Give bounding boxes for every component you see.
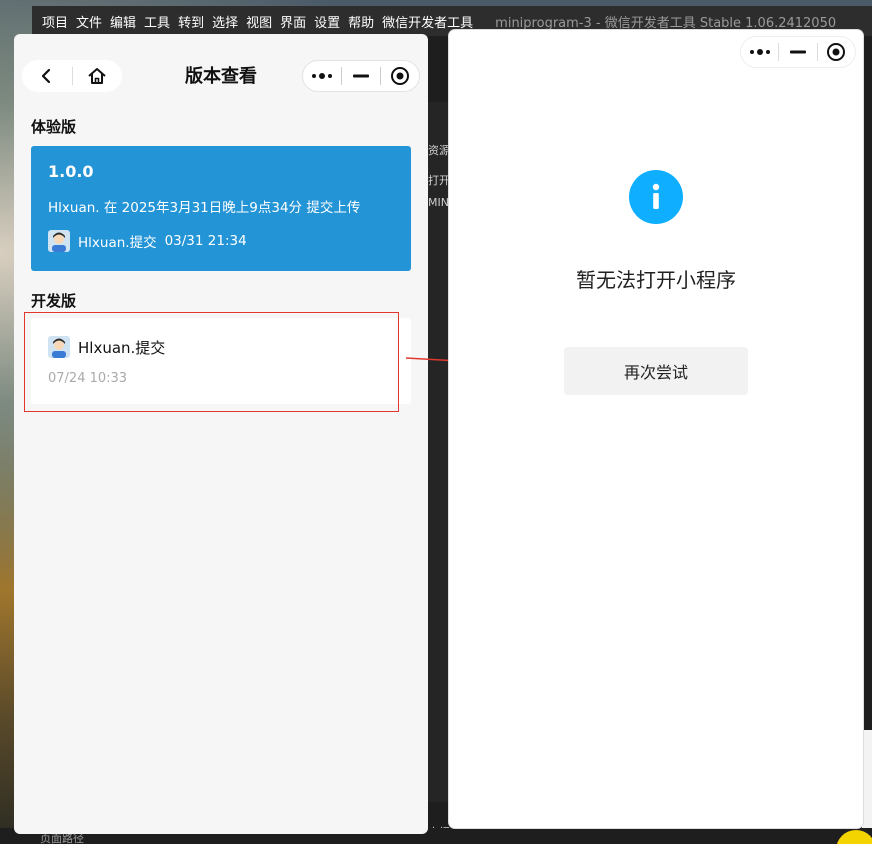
menu-item-view[interactable]: 视图: [246, 12, 272, 31]
menu-item-settings[interactable]: 设置: [314, 12, 340, 31]
error-message: 暂无法打开小程序: [576, 268, 736, 292]
menu-item-select[interactable]: 选择: [212, 12, 238, 31]
close-target-icon[interactable]: [381, 61, 419, 91]
experience-submit-info: Hlxuan.提交 03/31 21:34: [48, 230, 247, 252]
window-title: miniprogram-3 - 微信开发者工具 Stable 1.06.2412…: [495, 15, 837, 31]
explorer-label-open[interactable]: 打开: [428, 172, 450, 188]
close-target-icon[interactable]: [818, 37, 855, 67]
avatar: [48, 230, 70, 252]
menu-item-devtools[interactable]: 微信开发者工具: [382, 12, 473, 31]
menu-item-edit[interactable]: 编辑: [110, 12, 136, 31]
menu-capsule: [740, 36, 856, 68]
menu-item-help[interactable]: 帮助: [348, 12, 374, 31]
error-page: 暂无法打开小程序 再次尝试: [449, 30, 863, 828]
menu-capsule: [302, 60, 420, 92]
version-description: Hlxuan. 在 2025年3月31日晚上9点34分 提交上传: [48, 200, 361, 216]
retry-button[interactable]: 再次尝试: [564, 347, 748, 395]
more-icon[interactable]: [741, 37, 778, 67]
more-icon[interactable]: [303, 61, 341, 91]
minimize-icon[interactable]: [779, 37, 816, 67]
experience-time: 03/31 21:34: [164, 233, 247, 249]
menu-item-project[interactable]: 项目: [42, 12, 68, 31]
explorer-label-resources[interactable]: 资源: [428, 142, 450, 158]
ide-right-panel: [862, 730, 872, 844]
version-number: 1.0.0: [48, 162, 94, 181]
experience-section-label: 体验版: [31, 118, 77, 136]
menu-item-file[interactable]: 文件: [76, 12, 102, 31]
minimize-icon[interactable]: [342, 61, 380, 91]
experience-submitter: Hlxuan.提交: [78, 235, 157, 251]
annotation-highlight-box: [24, 312, 399, 412]
experience-version-card[interactable]: 1.0.0 Hlxuan. 在 2025年3月31日晚上9点34分 提交上传 H…: [31, 146, 411, 271]
menu-item-tools[interactable]: 工具: [144, 12, 170, 31]
version-view-page: 版本查看 体验版 1.0.0 Hlxuan. 在 2025年3月31日晚上9点3…: [14, 34, 428, 834]
dev-section-label: 开发版: [31, 292, 77, 310]
info-icon: [629, 170, 683, 224]
menu-item-goto[interactable]: 转到: [178, 12, 204, 31]
menu-item-interface[interactable]: 界面: [280, 12, 306, 31]
